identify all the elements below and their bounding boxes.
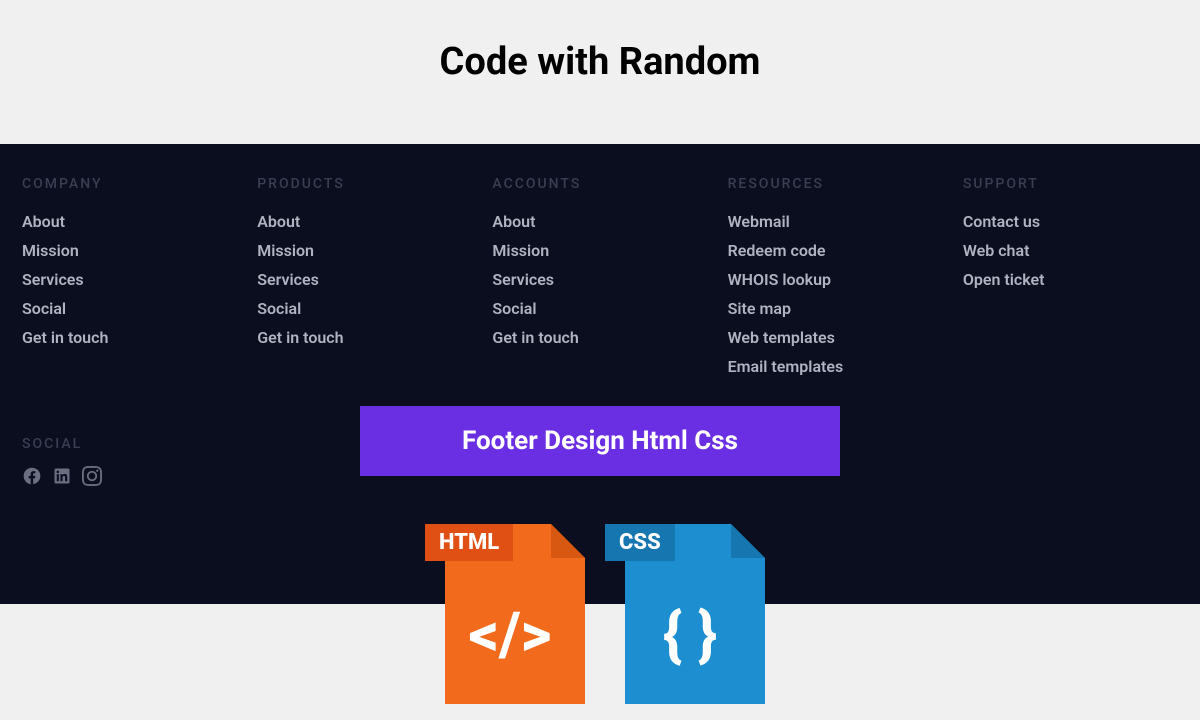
column-company: COMPANY About Mission Services Social Ge… (22, 176, 237, 386)
footer-link[interactable]: Services (492, 270, 554, 289)
footer-link[interactable]: Email templates (728, 357, 844, 376)
footer-link[interactable]: WHOIS lookup (728, 270, 831, 289)
css-file-icon: CSS { } (615, 514, 765, 704)
footer-link[interactable]: Mission (492, 241, 549, 260)
footer-link[interactable]: Mission (22, 241, 79, 260)
footer-link[interactable]: Services (22, 270, 84, 289)
footer-link[interactable]: Social (22, 299, 66, 318)
html-label: HTML (425, 524, 513, 561)
css-symbol: { } (615, 599, 765, 670)
linkedin-icon[interactable] (52, 466, 72, 490)
footer-link[interactable]: About (492, 212, 535, 231)
footer-link[interactable]: Web templates (728, 328, 835, 347)
column-products: PRODUCTS About Mission Services Social G… (257, 176, 472, 386)
page-title: Code with Random (0, 40, 1200, 84)
html-file-icon: HTML </> (435, 514, 585, 704)
footer-link[interactable]: Get in touch (257, 328, 343, 347)
footer-link[interactable]: Get in touch (22, 328, 108, 347)
column-heading: PRODUCTS (257, 176, 472, 192)
column-heading: SUPPORT (963, 176, 1178, 192)
facebook-icon[interactable] (22, 466, 42, 490)
header: Code with Random (0, 0, 1200, 144)
footer-link[interactable]: Mission (257, 241, 314, 260)
column-heading: COMPANY (22, 176, 237, 192)
banner-text: Footer Design Html Css (462, 426, 738, 456)
footer-link[interactable]: Redeem code (728, 241, 826, 260)
footer-link[interactable]: About (257, 212, 300, 231)
column-heading: RESOURCES (728, 176, 943, 192)
column-resources: RESOURCES Webmail Redeem code WHOIS look… (728, 176, 943, 386)
column-accounts: ACCOUNTS About Mission Services Social G… (492, 176, 707, 386)
footer: COMPANY About Mission Services Social Ge… (0, 144, 1200, 604)
footer-link[interactable]: Site map (728, 299, 791, 318)
footer-link[interactable]: Get in touch (492, 328, 578, 347)
footer-link[interactable]: Social (257, 299, 301, 318)
banner: Footer Design Html Css (360, 406, 840, 476)
column-support: SUPPORT Contact us Web chat Open ticket (963, 176, 1178, 386)
footer-columns: COMPANY About Mission Services Social Ge… (22, 176, 1178, 386)
footer-link[interactable]: Webmail (728, 212, 790, 231)
column-heading: ACCOUNTS (492, 176, 707, 192)
html-symbol: </> (435, 599, 585, 670)
css-label: CSS (605, 524, 675, 561)
footer-link[interactable]: Social (492, 299, 536, 318)
footer-link[interactable]: Services (257, 270, 319, 289)
footer-link[interactable]: About (22, 212, 65, 231)
footer-link[interactable]: Web chat (963, 241, 1030, 260)
footer-link[interactable]: Contact us (963, 212, 1040, 231)
footer-link[interactable]: Open ticket (963, 270, 1045, 289)
file-icons: HTML </> CSS { } (435, 514, 765, 704)
instagram-icon[interactable] (82, 466, 102, 490)
